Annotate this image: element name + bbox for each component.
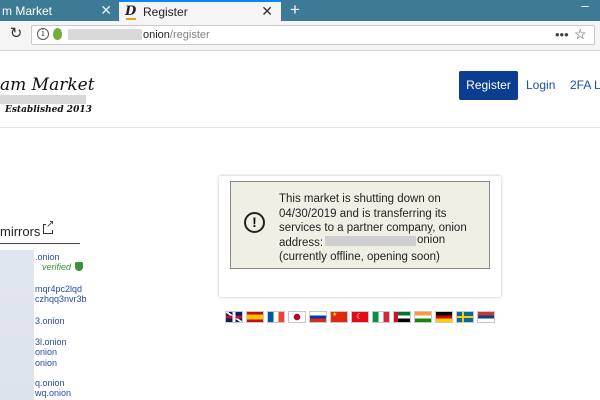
url-domain: onion (143, 29, 170, 41)
new-tab-plus-icon[interactable]: + (285, 0, 305, 21)
china-flag-icon[interactable]: ★ (330, 311, 348, 323)
spain-flag-icon[interactable] (246, 311, 264, 323)
mirror-link[interactable]: wq.onion (35, 388, 71, 398)
serbia-flag-icon[interactable] (477, 311, 495, 323)
mirrors-divider (0, 243, 80, 244)
verified-shield-icon (75, 262, 83, 271)
url-text[interactable]: onion/register (143, 29, 210, 41)
mirror-link[interactable]: 3l.onion (35, 337, 67, 347)
exclamation-icon: ! (244, 212, 265, 233)
external-link-icon[interactable] (43, 220, 55, 234)
turkey-flag-icon[interactable]: ☾ (351, 311, 369, 323)
sweden-flag-icon[interactable] (456, 311, 474, 323)
notice-onion-suffix: onion (417, 234, 446, 246)
site-info-icon[interactable]: i (37, 28, 49, 40)
onion-icon[interactable] (53, 28, 62, 40)
notice-line: 04/30/2019 and is transferring its (279, 207, 447, 220)
mirror-link[interactable]: onion (35, 358, 57, 368)
site-tagline: Established 2013 (5, 105, 92, 115)
close-tab-icon[interactable]: ✕ (261, 3, 273, 20)
notice-line: This market is shutting down on (279, 193, 441, 205)
login-link[interactable]: Login (526, 71, 555, 100)
minimize-icon[interactable]: – (578, 0, 592, 15)
verified-label: verified (42, 262, 72, 272)
italy-flag-icon[interactable] (372, 311, 390, 323)
mirror-link[interactable]: .onion (35, 252, 60, 262)
germany-flag-icon[interactable] (435, 311, 453, 323)
mirror-link[interactable]: q.onion (35, 378, 65, 388)
uk-flag-icon[interactable] (225, 311, 243, 323)
notice-line: services to a partner company, onion (279, 222, 467, 234)
tab-market[interactable]: m Market ✕ (0, 0, 118, 21)
page-actions-icon[interactable]: ••• (555, 27, 569, 42)
notice-line: (currently offline, opening soon) (279, 251, 440, 263)
register-button[interactable]: Register (459, 71, 518, 100)
russia-flag-icon[interactable] (309, 311, 327, 323)
mirror-link[interactable]: czhqq3nvr3b (35, 294, 87, 304)
mirror-link[interactable]: mqr4pc2lqd (35, 284, 82, 294)
2fa-link[interactable]: 2FA L (570, 71, 600, 100)
redacted-mirror-list (0, 250, 34, 400)
close-tab-icon[interactable]: ✕ (100, 2, 112, 19)
redacted-logo-part (0, 95, 86, 104)
mirror-link[interactable]: onion (35, 347, 57, 357)
japan-flag-icon[interactable] (288, 311, 306, 323)
redacted-url-part (68, 29, 142, 40)
site-logo[interactable]: am Market (0, 75, 95, 95)
mirrors-heading: mirrors (0, 224, 41, 239)
notice-message: This market is shutting down on 04/30/20… (279, 192, 485, 265)
bookmark-star-icon[interactable]: ☆ (574, 26, 587, 43)
india-flag-icon[interactable] (414, 311, 432, 323)
redacted-onion-address (325, 236, 416, 246)
france-flag-icon[interactable] (267, 311, 285, 323)
reload-icon[interactable]: ↻ (8, 25, 24, 43)
tab-title: Register (143, 4, 188, 19)
uae-flag-icon[interactable] (393, 311, 411, 323)
mirror-link[interactable]: 3.onion (35, 316, 65, 326)
site-favicon-icon: D (125, 4, 139, 20)
tab-register[interactable]: D Register ✕ (119, 0, 281, 21)
url-path: /register (169, 29, 210, 41)
tab-title: m Market (2, 3, 53, 18)
